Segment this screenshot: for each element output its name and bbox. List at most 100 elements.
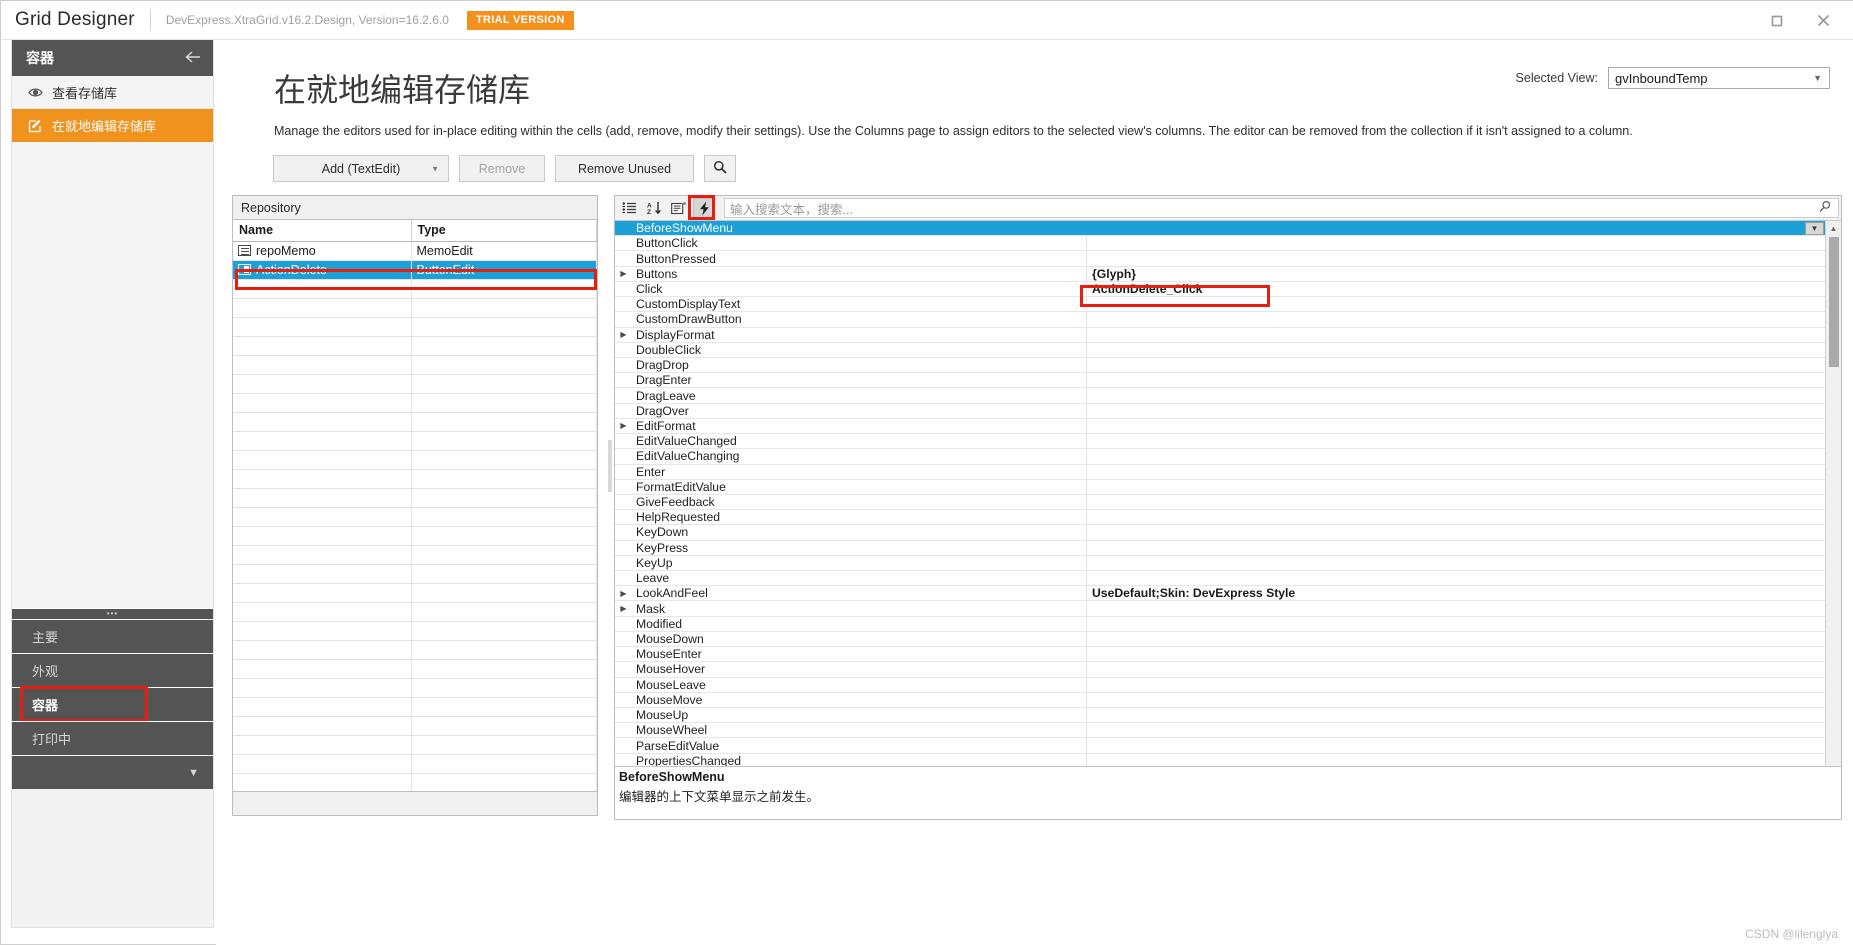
column-header-name[interactable]: Name <box>233 220 411 241</box>
table-row-empty[interactable] <box>233 564 597 583</box>
property-row[interactable]: HelpRequested <box>615 510 1826 525</box>
categorized-view-icon[interactable] <box>618 198 640 218</box>
table-row-empty[interactable] <box>233 735 597 754</box>
property-row[interactable]: GiveFeedback <box>615 495 1826 510</box>
table-row-empty[interactable] <box>233 697 597 716</box>
property-row[interactable]: MouseUp <box>615 708 1826 723</box>
property-row[interactable]: ParseEditValue <box>615 738 1826 753</box>
property-value[interactable] <box>1087 495 1826 509</box>
property-row[interactable]: FormatEditValue <box>615 480 1826 495</box>
property-row[interactable]: MouseHover <box>615 662 1826 677</box>
property-rows-container[interactable]: BeforeShowMenu▼ButtonClickButtonPressed▶… <box>615 221 1826 791</box>
property-value[interactable]: ActionDelete_Click <box>1087 282 1826 296</box>
table-row-empty[interactable] <box>233 412 597 431</box>
expand-triangle-icon[interactable]: ▶ <box>615 421 632 430</box>
property-row[interactable]: ▶Mask <box>615 601 1826 616</box>
property-row[interactable]: ▶LookAndFeelUseDefault;Skin: DevExpress … <box>615 586 1826 601</box>
property-value[interactable] <box>1087 510 1826 524</box>
property-value[interactable] <box>1087 373 1826 387</box>
sidebar-group-appearance[interactable]: 外观 <box>12 653 213 687</box>
property-search-input[interactable]: 输入搜索文本，搜索... <box>724 198 1839 218</box>
property-row[interactable]: KeyDown <box>615 525 1826 540</box>
property-value[interactable] <box>1087 647 1826 661</box>
property-row[interactable]: ButtonClick <box>615 236 1826 251</box>
property-value[interactable] <box>1087 388 1826 402</box>
sidebar-group-container[interactable]: 容器 <box>12 687 213 721</box>
search-icon[interactable] <box>1819 201 1831 216</box>
property-value[interactable] <box>1087 662 1826 676</box>
scrollbar-thumb[interactable] <box>1829 237 1839 367</box>
property-value[interactable] <box>1087 343 1826 357</box>
table-row[interactable]: repoMemoMemoEdit <box>233 241 597 260</box>
property-value[interactable] <box>1087 251 1826 265</box>
property-row[interactable]: DragEnter <box>615 373 1826 388</box>
sidebar-group-overflow[interactable]: ▼ <box>12 755 213 789</box>
table-row-empty[interactable] <box>233 393 597 412</box>
property-value[interactable] <box>1087 404 1826 418</box>
chevron-down-icon[interactable]: ▼ <box>1805 222 1824 235</box>
table-row-empty[interactable] <box>233 659 597 678</box>
property-value[interactable] <box>1087 738 1826 752</box>
arrow-left-icon[interactable] <box>184 50 201 67</box>
property-value[interactable] <box>1087 480 1826 494</box>
property-row[interactable]: MouseLeave <box>615 678 1826 693</box>
table-row-empty[interactable] <box>233 355 597 374</box>
table-row-empty[interactable] <box>233 317 597 336</box>
property-value[interactable] <box>1087 236 1826 250</box>
chevron-down-icon[interactable]: ▼ <box>188 767 199 779</box>
property-value[interactable] <box>1087 601 1826 615</box>
table-row-empty[interactable] <box>233 754 597 773</box>
property-value[interactable] <box>1087 693 1826 707</box>
property-value[interactable] <box>1087 449 1826 463</box>
remove-button[interactable]: Remove <box>459 155 545 182</box>
property-row[interactable]: Enter <box>615 465 1826 480</box>
property-row[interactable]: CustomDrawButton <box>615 312 1826 327</box>
property-row[interactable]: KeyPress <box>615 541 1826 556</box>
property-value[interactable] <box>1087 723 1826 737</box>
property-row[interactable]: ButtonPressed <box>615 251 1826 266</box>
panel-splitter[interactable] <box>608 440 612 492</box>
events-lightning-icon[interactable] <box>693 198 715 218</box>
property-row[interactable]: DragLeave <box>615 388 1826 403</box>
table-row-empty[interactable] <box>233 583 597 602</box>
property-value[interactable]: UseDefault;Skin: DevExpress Style <box>1087 586 1826 600</box>
sidebar-item-view-repository[interactable]: 查看存储库 <box>12 76 213 109</box>
property-value[interactable]: {Glyph} <box>1087 267 1826 281</box>
property-value[interactable] <box>1087 708 1826 722</box>
sidebar-group-main[interactable]: 主要 <box>12 619 213 653</box>
property-row[interactable]: ▶DisplayFormat <box>615 328 1826 343</box>
property-value[interactable] <box>1087 328 1826 342</box>
property-value[interactable] <box>1087 221 1826 235</box>
property-grid-scrollbar[interactable]: ▲ <box>1825 221 1841 791</box>
maximize-icon[interactable] <box>1768 12 1786 30</box>
remove-unused-button[interactable]: Remove Unused <box>555 155 694 182</box>
property-value[interactable] <box>1087 312 1826 326</box>
table-row-empty[interactable] <box>233 507 597 526</box>
property-value[interactable] <box>1087 571 1826 585</box>
table-row-empty[interactable] <box>233 374 597 393</box>
expand-triangle-icon[interactable]: ▶ <box>615 589 632 598</box>
expand-triangle-icon[interactable]: ▶ <box>615 604 632 613</box>
table-row-empty[interactable] <box>233 526 597 545</box>
property-row[interactable]: ClickActionDelete_Click <box>615 282 1826 297</box>
property-value[interactable] <box>1087 632 1826 646</box>
property-value[interactable] <box>1087 465 1826 479</box>
table-row-empty[interactable] <box>233 431 597 450</box>
property-row[interactable]: Modified <box>615 617 1826 632</box>
property-value[interactable] <box>1087 434 1826 448</box>
table-row[interactable]: ActionDeleteButtonEdit <box>233 260 597 279</box>
property-row[interactable]: Leave <box>615 571 1826 586</box>
repository-grid[interactable]: Name Type repoMemoMemoEditActionDeleteBu… <box>233 220 597 812</box>
table-row-empty[interactable] <box>233 602 597 621</box>
property-row[interactable]: DoubleClick <box>615 343 1826 358</box>
property-row[interactable]: KeyUp <box>615 556 1826 571</box>
table-row-empty[interactable] <box>233 773 597 792</box>
property-value[interactable] <box>1087 556 1826 570</box>
scroll-up-icon[interactable]: ▲ <box>1826 221 1841 236</box>
property-row[interactable]: MouseWheel <box>615 723 1826 738</box>
sidebar-item-inplace-editor-repository[interactable]: 在就地编辑存储库 <box>12 109 213 142</box>
table-row-empty[interactable] <box>233 336 597 355</box>
sidebar-splitter-handle[interactable] <box>12 608 213 619</box>
table-row-empty[interactable] <box>233 488 597 507</box>
property-row[interactable]: ▶Buttons{Glyph} <box>615 267 1826 282</box>
